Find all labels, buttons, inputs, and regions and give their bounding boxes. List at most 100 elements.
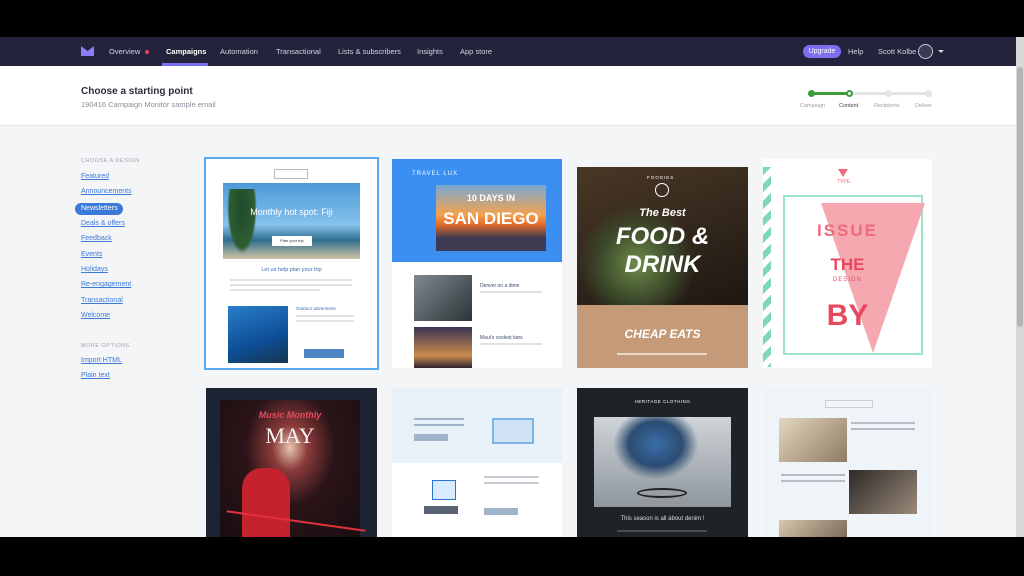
food-line1: The Best <box>639 207 686 219</box>
issue-line2: THE <box>830 255 865 274</box>
sidebar-item-newsletters[interactable]: Newsletters <box>81 205 118 212</box>
template-card-heritage[interactable]: HERITAGE CLOTHING This season is all abo… <box>577 388 748 537</box>
text-line <box>617 353 707 355</box>
user-name[interactable]: Scott Kolbe <box>878 37 916 66</box>
palm-tree-icon <box>227 189 257 254</box>
sidebar-item-reengagement[interactable]: Re-engagement <box>81 281 131 288</box>
sidebar-item-feedback[interactable]: Feedback <box>81 235 112 242</box>
triangle-logo-icon <box>838 169 848 177</box>
food-line3: DRINK <box>624 251 701 278</box>
step-label-recipients: Recipients <box>874 103 900 109</box>
product-button-3 <box>484 508 518 515</box>
fiji-cta-button: Plan your trip <box>272 236 312 246</box>
room-photo-1 <box>779 418 847 462</box>
step-dot-content <box>846 90 853 97</box>
step-dot-deliver <box>925 90 932 97</box>
nav-app-store[interactable]: App store <box>460 37 492 66</box>
tree-photo <box>228 306 288 363</box>
text-line <box>414 424 464 426</box>
room-photo-3 <box>779 520 847 537</box>
issue-line4: BY <box>826 299 869 332</box>
notification-dot-icon <box>145 50 149 54</box>
step-label-campaign: Campaign <box>800 103 826 109</box>
read-more-button <box>304 349 344 358</box>
food-brand: FOODIES <box>647 175 675 180</box>
sidebar-item-plain-text[interactable]: Plain text <box>81 372 110 379</box>
nav-transactional[interactable]: Transactional <box>276 37 321 66</box>
upgrade-button[interactable]: Upgrade <box>803 45 841 58</box>
music-script: Music Monthly <box>258 410 322 420</box>
campaign-monitor-logo-icon[interactable] <box>81 46 94 56</box>
travel-item2: Maui's coolest bars <box>480 335 523 341</box>
nav-insights[interactable]: Insights <box>417 37 443 66</box>
top-nav: Overview Campaigns Automation Transactio… <box>0 37 1016 66</box>
issue-brand: TYPE <box>837 179 851 185</box>
travel-brand: TRAVEL LUX <box>412 171 459 177</box>
fiji-side-heading: Outdoor adventures <box>296 306 336 311</box>
product-button <box>414 434 448 441</box>
beach-hero-image <box>223 183 360 259</box>
template-card-travel[interactable]: TRAVEL LUX 10 DAYS IN SAN DIEGO Denver o… <box>392 159 562 368</box>
step-label-content: Content <box>839 103 859 109</box>
sidebar-item-announcements[interactable]: Announcements <box>81 188 132 195</box>
sidebar-item-deals[interactable]: Deals & offers <box>81 220 125 227</box>
sidebar-item-import-html[interactable]: Import HTML <box>81 357 122 364</box>
chevron-down-icon[interactable] <box>938 50 944 53</box>
scrollbar-thumb[interactable] <box>1017 67 1023 327</box>
progress-fill <box>810 92 849 95</box>
sidebar-item-featured[interactable]: Featured <box>81 173 109 180</box>
fiji-heading: Monthly hot spot: Fiji <box>250 207 333 217</box>
food-footer: CHEAP EATS <box>624 327 701 341</box>
box-illustration <box>432 480 456 500</box>
avatar[interactable] <box>918 44 933 59</box>
text-line <box>480 291 542 293</box>
maui-photo <box>414 327 472 368</box>
text-line <box>851 428 915 430</box>
template-card-music[interactable]: Music Monthly MAY <box>206 388 377 537</box>
sidebar-item-holidays[interactable]: Holidays <box>81 266 108 273</box>
template-card-product[interactable] <box>392 388 562 537</box>
singer-photo <box>220 400 360 537</box>
help-link[interactable]: Help <box>848 37 863 66</box>
laptop-illustration <box>492 418 534 444</box>
text-line <box>781 480 845 482</box>
text-line <box>484 482 539 484</box>
step-label-deliver: Deliver <box>915 103 933 109</box>
app-screen: Overview Campaigns Automation Transactio… <box>0 37 1024 537</box>
music-month: MAY <box>265 423 315 448</box>
sidebar-item-events[interactable]: Events <box>81 251 102 258</box>
nav-automation[interactable]: Automation <box>220 37 258 66</box>
more-options-heading: MORE OPTIONS <box>81 343 130 349</box>
heritage-caption: This season is all about denim ! <box>620 516 705 522</box>
nav-lists-subscribers[interactable]: Lists & subscribers <box>338 37 401 66</box>
text-line <box>296 315 354 317</box>
sidebar-item-welcome[interactable]: Welcome <box>81 312 110 319</box>
product-button-2 <box>424 506 458 514</box>
template-card-fiji[interactable]: Monthly hot spot: Fiji Plan your trip Le… <box>204 157 379 370</box>
text-line <box>230 284 352 286</box>
text-line <box>851 422 915 424</box>
travel-item1: Denver on a dime <box>480 283 520 289</box>
heritage-brand: HERITAGE CLOTHING <box>634 399 691 404</box>
text-line <box>484 476 539 478</box>
issue-line1: ISSUE <box>816 221 879 240</box>
travel-line2: SAN DIEGO <box>443 209 539 228</box>
template-card-issue[interactable]: TYPE ISSUE THE DESIGN BY <box>763 159 932 368</box>
text-line <box>230 289 320 291</box>
template-card-food[interactable]: FOODIES The Best FOOD & DRINK CHEAP EATS <box>577 167 748 368</box>
text-line <box>296 320 354 322</box>
travel-line1: 10 DAYS IN <box>466 193 516 203</box>
page-header: Choose a starting point 190416 Campaign … <box>0 66 1016 126</box>
badge-circle-icon <box>655 183 669 197</box>
template-card-interiors[interactable] <box>763 388 932 537</box>
nav-overview[interactable]: Overview <box>109 37 140 66</box>
text-line <box>480 343 542 345</box>
fiji-section-heading: Let us help plan your trip <box>261 267 322 273</box>
step-dot-recipients <box>885 90 892 97</box>
denver-photo <box>414 275 472 321</box>
sidebar-item-transactional[interactable]: Transactional <box>81 297 123 304</box>
brand-logo-icon <box>274 169 308 179</box>
food-line2: FOOD & <box>615 223 710 250</box>
text-line <box>617 530 707 532</box>
nav-campaigns[interactable]: Campaigns <box>166 37 206 66</box>
